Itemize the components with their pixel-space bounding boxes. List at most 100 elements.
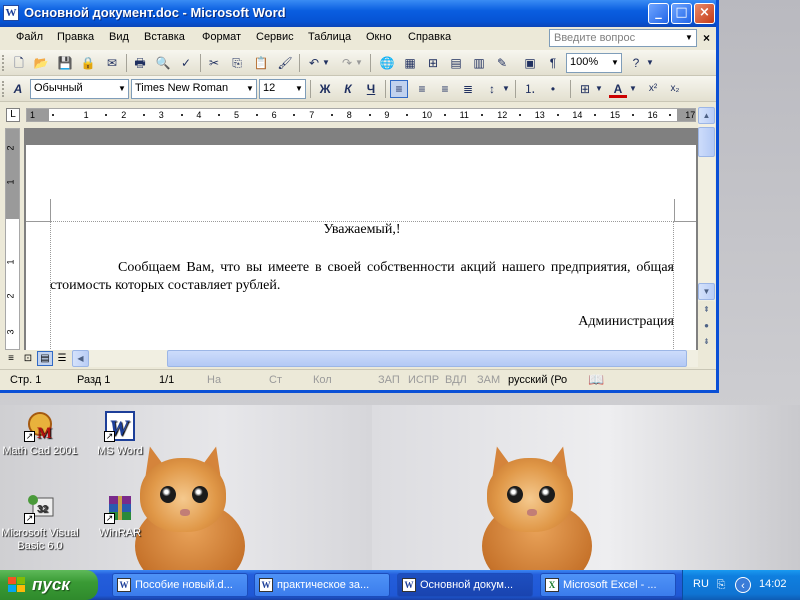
toolbar-grip[interactable] — [2, 55, 5, 71]
format-painter-icon[interactable]: 🖌 — [276, 54, 294, 72]
word-app-icon[interactable]: W — [3, 5, 19, 21]
cut-icon[interactable]: ✂ — [205, 54, 223, 72]
chevron-down-icon[interactable]: ▼ — [628, 80, 638, 98]
open-folder-icon[interactable]: 📂 — [32, 54, 50, 72]
chevron-down-icon[interactable]: ▼ — [354, 54, 364, 72]
scroll-left-icon[interactable]: ◀ — [72, 350, 89, 367]
menu-edit[interactable]: Правка — [57, 31, 94, 43]
previous-page-icon[interactable]: ⇞ — [698, 301, 715, 318]
taskbar-button-excel[interactable]: X Microsoft Excel - ... — [540, 573, 676, 597]
close-button[interactable]: × — [694, 3, 715, 24]
letter-signature[interactable]: Администрация — [50, 314, 674, 330]
align-center-icon[interactable]: ≡ — [413, 80, 431, 98]
desktop-icon-msword[interactable]: W ↗ MS Word — [78, 410, 162, 458]
print-preview-icon[interactable]: 🔍 — [154, 54, 172, 72]
chevron-down-icon[interactable]: ▼ — [685, 31, 695, 45]
copy-icon[interactable]: ⎘ — [228, 54, 246, 72]
insert-table-icon[interactable]: ⊞ — [424, 54, 442, 72]
document-close-button[interactable]: × — [703, 31, 710, 45]
chevron-down-icon[interactable]: ▼ — [293, 80, 305, 98]
spelling-icon[interactable]: ✓ — [177, 54, 195, 72]
maximize-button[interactable]: □ — [671, 3, 692, 24]
align-left-icon[interactable]: ≡ — [390, 80, 408, 98]
spelling-status-icon[interactable]: 📖 — [588, 372, 604, 388]
language-indicator[interactable]: RU — [693, 578, 709, 590]
horizontal-ruler[interactable]: L 1 1 2 3 4 5 6 7 8 9 10 11 12 13 14 15 16 17 — [0, 103, 716, 126]
status-language[interactable]: русский (Ро — [508, 374, 567, 386]
align-right-icon[interactable]: ≡ — [436, 80, 454, 98]
document-area[interactable]: Уважаемый,! Сообщаем Вам, что вы имеете … — [24, 128, 698, 350]
letter-paragraph[interactable]: Сообщаем Вам, что вы имеете в своей собс… — [50, 259, 674, 295]
show-hidden-icons-icon[interactable]: ‹ — [735, 577, 751, 593]
menu-tools[interactable]: Сервис — [256, 31, 294, 43]
toolbar-grip[interactable] — [2, 81, 5, 97]
new-document-icon[interactable]: 🗋 — [10, 54, 28, 72]
font-select[interactable]: Times New Roman ▼ — [131, 79, 257, 99]
status-ovr[interactable]: ЗАМ — [477, 374, 500, 386]
outline-view-icon[interactable]: ☰ — [54, 351, 70, 366]
help-icon[interactable]: ? — [627, 54, 645, 72]
border-icon[interactable]: ⊞ — [576, 80, 594, 98]
save-icon[interactable]: 💾 — [56, 54, 74, 72]
subscript-icon[interactable]: x₂ — [666, 80, 684, 98]
browse-object-icon[interactable]: ● — [698, 317, 715, 334]
line-spacing-icon[interactable]: ↕ — [483, 80, 501, 98]
normal-view-icon[interactable]: ≡ — [3, 351, 19, 366]
desktop-icon-winrar[interactable]: ↗ WinRAR — [78, 492, 162, 540]
columns-icon[interactable]: ▥ — [470, 54, 488, 72]
chevron-down-icon[interactable]: ▼ — [321, 54, 331, 72]
superscript-icon[interactable]: x² — [644, 80, 662, 98]
horizontal-scroll-thumb[interactable] — [167, 350, 687, 367]
menu-help[interactable]: Справка — [408, 31, 451, 43]
document-page[interactable]: Уважаемый,! Сообщаем Вам, что вы имеете … — [26, 145, 696, 350]
status-trk[interactable]: ИСПР — [408, 374, 439, 386]
letter-greeting[interactable]: Уважаемый,! — [50, 222, 674, 238]
horizontal-scrollbar[interactable]: ◀ — [72, 350, 698, 367]
drawing-icon[interactable]: ✎ — [493, 54, 511, 72]
title-bar[interactable]: W Основной документ.doc - Microsoft Word… — [0, 0, 716, 27]
bold-button[interactable]: Ж — [316, 80, 334, 98]
vertical-scrollbar[interactable]: ▲ ▼ ⇞ ● ⇟ — [698, 107, 715, 350]
scroll-thumb[interactable] — [698, 127, 715, 157]
menu-window[interactable]: Окно — [366, 31, 392, 43]
italic-button[interactable]: К — [339, 80, 357, 98]
chevron-down-icon[interactable]: ▼ — [116, 80, 128, 98]
style-select[interactable]: Обычный ▼ — [30, 79, 129, 99]
ruler-strip[interactable]: 1 1 2 3 4 5 6 7 8 9 10 11 12 13 14 15 16 17 — [26, 108, 696, 122]
show-formatting-icon[interactable]: ¶ — [544, 54, 562, 72]
minimize-button[interactable]: _ — [648, 3, 669, 24]
desktop-icon-mathcad[interactable]: M ↗ Math Cad 2001 — [0, 410, 82, 458]
taskbar-button-osnovnoy[interactable]: W Основной докум... — [397, 573, 533, 597]
desktop-icon-vb6[interactable]: 32 ↗ Microsoft Visual Basic 6.0 — [0, 492, 82, 553]
justify-icon[interactable]: ≣ — [459, 80, 477, 98]
menu-format[interactable]: Формат — [202, 31, 241, 43]
document-map-icon[interactable]: ▣ — [521, 54, 539, 72]
styles-pane-icon[interactable]: A — [9, 80, 27, 98]
chevron-down-icon[interactable]: ▼ — [501, 80, 511, 98]
menu-insert[interactable]: Вставка — [144, 31, 185, 43]
scroll-down-icon[interactable]: ▼ — [698, 283, 715, 300]
web-view-icon[interactable]: ⊡ — [20, 351, 36, 366]
vertical-ruler-strip[interactable]: 2 1 1 2 3 — [5, 128, 20, 350]
bullets-icon[interactable]: • — [544, 80, 562, 98]
menu-table[interactable]: Таблица — [308, 31, 351, 43]
hyperlink-icon[interactable]: 🌐 — [378, 54, 396, 72]
email-icon[interactable]: ✉ — [103, 54, 121, 72]
status-ext[interactable]: ВДЛ — [445, 374, 467, 386]
permission-icon[interactable]: 🔒 — [79, 54, 97, 72]
network-icon[interactable]: ⎘ — [713, 577, 729, 593]
font-color-icon[interactable]: A — [609, 80, 627, 98]
print-icon[interactable]: 🖶 — [131, 54, 149, 72]
print-layout-view-icon[interactable]: ▤ — [37, 351, 53, 366]
next-page-icon[interactable]: ⇟ — [698, 333, 715, 350]
paste-icon[interactable]: 📋 — [252, 54, 270, 72]
insert-excel-icon[interactable]: ▤ — [447, 54, 465, 72]
chevron-down-icon[interactable]: ▼ — [609, 54, 621, 72]
taskbar-button-posobie[interactable]: W Пособие новый.d... — [112, 573, 248, 597]
help-question-box[interactable]: Введите вопрос ▼ — [549, 29, 697, 47]
tables-borders-icon[interactable]: ▦ — [401, 54, 419, 72]
numbering-icon[interactable]: ⒈ — [521, 80, 539, 98]
status-rec[interactable]: ЗАП — [378, 374, 400, 386]
taskbar-button-prakticheskoe[interactable]: W практическое за... — [254, 573, 390, 597]
vertical-ruler[interactable]: 2 1 1 2 3 — [2, 128, 22, 350]
